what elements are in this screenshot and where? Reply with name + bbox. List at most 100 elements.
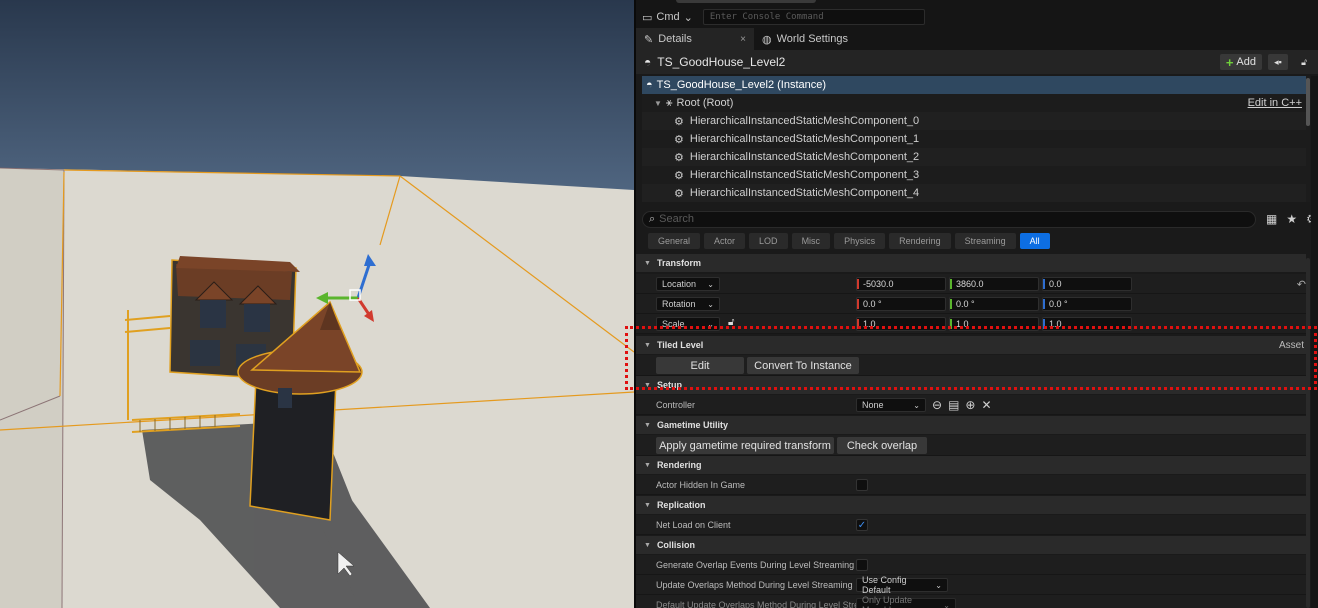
- category-tiled-level[interactable]: ▼ Tiled Level Asset: [636, 336, 1306, 354]
- reset-arrow-icon[interactable]: ↶: [1297, 278, 1306, 291]
- expand-arrow-icon[interactable]: ▼: [654, 99, 662, 108]
- filter-rendering[interactable]: Rendering: [889, 233, 951, 249]
- terminal-icon: ▭: [642, 11, 653, 24]
- controller-label: Controller: [656, 400, 696, 410]
- rotation-x-field[interactable]: 0.0 °: [856, 297, 946, 311]
- default-update-overlaps-label: Default Update Overlaps Method During Le…: [656, 600, 865, 608]
- location-dropdown[interactable]: Location ⌄: [656, 277, 720, 291]
- viewport-scene: [0, 0, 634, 608]
- tab-world-settings[interactable]: ◍ World Settings: [754, 28, 856, 50]
- scale-y-field[interactable]: 1.0: [949, 317, 1039, 331]
- filter-general[interactable]: General: [648, 233, 701, 249]
- console-command-input[interactable]: Enter Console Command: [702, 9, 925, 25]
- controller-dropdown[interactable]: None ⌄: [856, 398, 926, 412]
- tree-row-component-4[interactable]: ⚙ HierarchicalInstancedStaticMeshCompone…: [642, 184, 1306, 202]
- tree-row-component-3[interactable]: ⚙ HierarchicalInstancedStaticMeshCompone…: [642, 166, 1306, 184]
- update-overlaps-dropdown[interactable]: Use Config Default ⌄: [856, 575, 948, 595]
- default-update-overlaps-dropdown[interactable]: Only Update Movable ⌄: [856, 595, 956, 608]
- tab-details[interactable]: ✎ Details ×: [636, 28, 754, 50]
- browse-icon[interactable]: ▤: [948, 398, 959, 412]
- property-matrix-icon[interactable]: ▦: [1266, 212, 1277, 226]
- blueprint-icon[interactable]: ◂▪: [1268, 54, 1288, 70]
- scale-z-field[interactable]: 1.0: [1042, 317, 1132, 331]
- lock-icon[interactable]: 🔓︎: [728, 317, 734, 328]
- collapse-arrow-icon: ▼: [644, 501, 651, 509]
- category-gametime-utility[interactable]: ▼ Gametime Utility: [636, 416, 1306, 434]
- edit-in-cpp-link[interactable]: Edit in C++: [1248, 97, 1306, 109]
- chevron-down-icon: ⌄: [913, 400, 920, 410]
- scale-dropdown[interactable]: Scale ⌄: [656, 317, 720, 331]
- filter-all[interactable]: All: [1019, 233, 1050, 249]
- actor-hidden-checkbox[interactable]: [856, 479, 868, 491]
- tab-bar: ✎ Details × ◍ World Settings: [636, 28, 1318, 50]
- add-label: Add: [1236, 56, 1256, 68]
- filter-physics[interactable]: Physics: [834, 233, 886, 249]
- details-scrollbar[interactable]: [1306, 258, 1310, 608]
- rotation-z-field[interactable]: 0.0 °: [1042, 297, 1132, 311]
- tree-row-component-1[interactable]: ⚙ HierarchicalInstancedStaticMeshCompone…: [642, 130, 1306, 148]
- convert-to-instance-button[interactable]: Convert To Instance: [747, 357, 859, 374]
- star-icon[interactable]: ★: [1286, 212, 1297, 226]
- plus-icon: +: [1225, 54, 1234, 70]
- generate-overlap-row: Generate Overlap Events During Level Str…: [636, 555, 1306, 575]
- resize-grip[interactable]: [676, 0, 816, 3]
- category-replication[interactable]: ▼ Replication: [636, 496, 1306, 514]
- add-component-button[interactable]: + Add: [1219, 54, 1262, 70]
- use-selected-icon[interactable]: ⊖: [932, 398, 942, 412]
- location-label: Location: [662, 279, 697, 289]
- location-x-field[interactable]: -5030.0: [856, 277, 946, 291]
- category-rendering[interactable]: ▼ Rendering: [636, 456, 1306, 474]
- category-setup[interactable]: ▼ Setup: [636, 376, 1306, 394]
- add-icon[interactable]: ⊕: [965, 398, 975, 412]
- net-load-row: Net Load on Client ✓: [636, 515, 1306, 535]
- default-update-overlaps-value: Only Update Movable: [862, 595, 913, 608]
- rotation-row: Rotation ⌄ 0.0 ° 0.0 ° 0.0 °: [636, 294, 1306, 314]
- category-transform[interactable]: ▼ Transform: [636, 254, 1306, 272]
- category-title: Transform: [656, 258, 701, 268]
- tree-row-component-0[interactable]: ⚙ HierarchicalInstancedStaticMeshCompone…: [642, 112, 1306, 130]
- generate-overlap-label: Generate Overlap Events During Level Str…: [656, 560, 855, 570]
- gametime-buttons-row: Apply gametime required transform Check …: [636, 435, 1306, 456]
- clear-icon[interactable]: ✕: [981, 398, 991, 412]
- filter-actor[interactable]: Actor: [704, 233, 746, 249]
- filter-lod[interactable]: LOD: [749, 233, 788, 249]
- generate-overlap-checkbox[interactable]: [856, 559, 868, 571]
- actor-hidden-label: Actor Hidden In Game: [656, 480, 746, 490]
- tree-row-component-2[interactable]: ⚙ HierarchicalInstancedStaticMeshCompone…: [642, 148, 1306, 166]
- net-load-checkbox[interactable]: ✓: [856, 519, 868, 531]
- check-overlap-button[interactable]: Check overlap: [837, 437, 927, 454]
- scale-x-field[interactable]: 1.0: [856, 317, 946, 331]
- panel-right-edge: [1311, 76, 1318, 608]
- tab-details-label: Details: [658, 33, 692, 45]
- tree-row-instance[interactable]: ◓ TS_GoodHouse_Level2 (Instance): [642, 76, 1306, 94]
- update-overlaps-value: Use Config Default: [862, 575, 907, 595]
- edit-button[interactable]: Edit: [656, 357, 744, 374]
- filter-misc[interactable]: Misc: [791, 233, 831, 249]
- apply-gametime-transform-button[interactable]: Apply gametime required transform: [656, 437, 834, 454]
- default-update-overlaps-row: Default Update Overlaps Method During Le…: [636, 595, 1306, 608]
- lock-icon[interactable]: 🔓︎: [1294, 54, 1314, 70]
- tiled-level-buttons-row: Edit Convert To Instance: [636, 355, 1306, 376]
- tree-row-root[interactable]: ▼ ⚹ Root (Root) Edit in C++: [642, 94, 1306, 112]
- level-instance-icon: ◓: [644, 55, 652, 69]
- actor-header: ◓ TS_GoodHouse_Level2 + Add ◂▪ 🔓︎: [636, 50, 1318, 74]
- rotation-dropdown[interactable]: Rotation ⌄: [656, 297, 720, 311]
- details-search-row: ⌕ Search ▦ ★ ⚙: [642, 210, 1318, 228]
- category-title: Replication: [656, 500, 706, 510]
- collapse-arrow-icon: ▼: [644, 259, 651, 267]
- category-collision[interactable]: ▼ Collision: [636, 536, 1306, 554]
- rotation-label: Rotation: [662, 299, 696, 309]
- rotation-y-field[interactable]: 0.0 °: [949, 297, 1039, 311]
- mesh-component-icon: ⚙: [674, 115, 684, 128]
- cmd-label: Cmd: [656, 11, 680, 23]
- details-search-input[interactable]: ⌕ Search: [642, 210, 1256, 228]
- category-title: Collision: [656, 540, 695, 550]
- location-z-field[interactable]: 0.0: [1042, 277, 1132, 291]
- chevron-down-icon: ⌄: [707, 319, 714, 329]
- filter-streaming[interactable]: Streaming: [954, 233, 1016, 249]
- cmd-dropdown[interactable]: ▭ Cmd ⌄: [642, 11, 693, 24]
- location-y-field[interactable]: 3860.0: [949, 277, 1039, 291]
- tree-scrollbar[interactable]: [1306, 78, 1310, 126]
- close-icon[interactable]: ×: [740, 34, 746, 45]
- level-viewport[interactable]: [0, 0, 634, 608]
